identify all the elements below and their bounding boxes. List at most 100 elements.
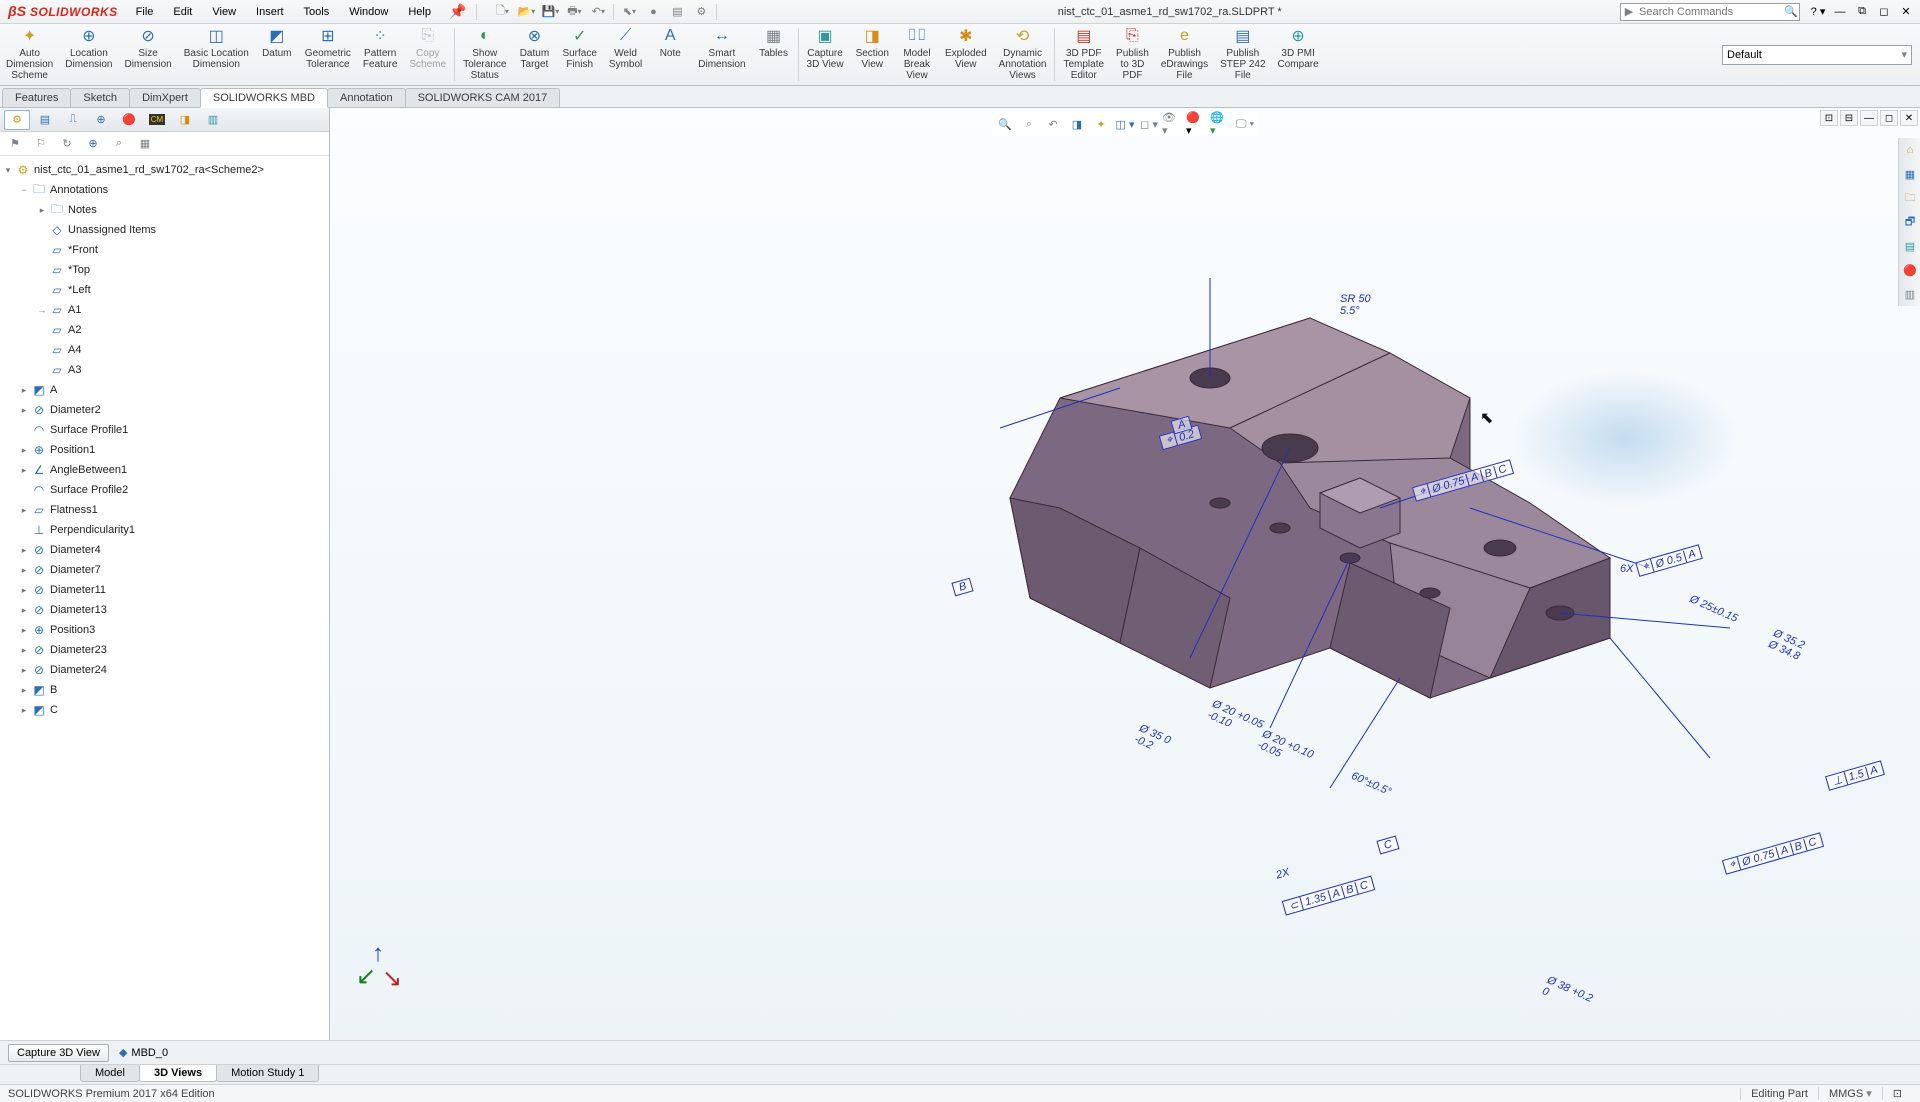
graphics-area[interactable]: 🔍 ⌕ ↶ ◨ ✦ ◫ ▾ ◻ ▾ 👁 ▾ 🔴 ▾ 🌐 ▾ 🖵 ▾ ⊡ ⊟ — … (330, 108, 1920, 1040)
ribbon-datum-target[interactable]: ⊗ DatumTarget (512, 24, 556, 85)
taskpane-design-lib[interactable]: 🗀 (1899, 186, 1920, 210)
tree-item-annotations[interactable]: − 🗀 Annotations (0, 180, 329, 200)
tree-item-anglebetween1[interactable]: ▸ ∠ AngleBetween1 (0, 460, 329, 480)
fm-tab-cam[interactable]: CM (144, 110, 170, 130)
ribbon-capture-3d-view[interactable]: ▣ Capture3D View (801, 24, 850, 85)
expand-icon[interactable]: ▸ (18, 645, 30, 656)
expand-icon[interactable]: ▸ (18, 685, 30, 696)
menu-window[interactable]: Window (339, 2, 398, 22)
mbd-view-tab[interactable]: ◆ MBD_0 (119, 1046, 168, 1059)
expand-icon[interactable]: ▸ (18, 625, 30, 636)
pmi-annotation-0[interactable]: SR 505.5° (1340, 293, 1371, 317)
expand-icon[interactable]: ▸ (18, 605, 30, 616)
doc-win-btn-2[interactable]: ⊟ (1840, 110, 1858, 126)
new-button[interactable]: 🗋▾ (491, 2, 513, 22)
taskpane-resources[interactable]: ▦ (1899, 162, 1920, 186)
display-style-button[interactable]: ◻ ▾ (1138, 114, 1160, 134)
ribbon-note[interactable]: A Note (648, 24, 692, 85)
ribbon-geometric-tolerance[interactable]: ⊞ GeometricTolerance (299, 24, 357, 85)
menu-insert[interactable]: Insert (246, 2, 294, 22)
taskpane-home[interactable]: ⌂ (1899, 138, 1920, 162)
tree-item--left[interactable]: ▱ *Left (0, 280, 329, 300)
expand-icon[interactable]: ▸ (18, 405, 30, 416)
pmi-annotation-13[interactable]: ⌖Ø 0.75ABC (1722, 832, 1824, 874)
filter-btn-2[interactable]: ⚐ (30, 134, 52, 154)
filter-btn-4[interactable]: ⊕ (82, 134, 104, 154)
expand-icon[interactable]: ▸ (18, 445, 30, 456)
section-view-button[interactable]: ◨ (1066, 114, 1088, 134)
tree-item-a3[interactable]: ▱ A3 (0, 360, 329, 380)
ribbon-surface-finish[interactable]: ✓ SurfaceFinish (556, 24, 602, 85)
ribbon-pattern-feature[interactable]: ⁘ PatternFeature (357, 24, 403, 85)
ribbon-3d-pmi-compare[interactable]: ⊕ 3D PMICompare (1272, 24, 1325, 85)
collapse-icon[interactable]: ▾ (2, 165, 14, 176)
fm-tab-tree[interactable]: ⚙ (4, 110, 30, 130)
expand-icon[interactable]: ▸ (18, 705, 30, 716)
doc-close-button[interactable]: ✕ (1900, 110, 1918, 126)
filter-btn-3[interactable]: ↻ (56, 134, 78, 154)
save-button[interactable]: 💾▾ (539, 2, 561, 22)
ribbon-smart-dimension[interactable]: ↔ SmartDimension (692, 24, 751, 85)
ribbon-size-dimension[interactable]: ⊘ SizeDimension (119, 24, 178, 85)
status-custom-icon[interactable]: ⊡ (1882, 1087, 1912, 1100)
capture-3d-view-button[interactable]: Capture 3D View (8, 1044, 109, 1062)
ribbon-publish-step-242-file[interactable]: ▤ PublishSTEP 242File (1214, 24, 1271, 85)
expand-icon[interactable]: ▸ (18, 585, 30, 596)
menu-edit[interactable]: Edit (163, 2, 202, 22)
search-icon[interactable]: 🔍 (1783, 5, 1799, 18)
pmi-annotation-15[interactable]: ⊂1.35ABC (1282, 875, 1376, 915)
rebuild-button[interactable]: ● (642, 2, 664, 22)
tree-item-diameter4[interactable]: ▸ ⊘ Diameter4 (0, 540, 329, 560)
print-button[interactable]: 🖶▾ (563, 2, 585, 22)
tree-item-c[interactable]: ▸ ◩ C (0, 700, 329, 720)
fm-tab-dimxpert[interactable]: ⊕ (88, 110, 114, 130)
fm-tab-render[interactable]: ◨ (172, 110, 198, 130)
expand-icon[interactable]: → (36, 305, 48, 315)
cmd-tab-annotation[interactable]: Annotation (327, 88, 406, 107)
help-dropdown-icon[interactable]: ? ▾ (1808, 3, 1828, 21)
doc-maximize-button[interactable]: ◻ (1880, 110, 1898, 126)
expand-icon[interactable]: ▸ (18, 665, 30, 676)
pmi-annotation-12[interactable]: ⊥1.5A (1825, 760, 1885, 790)
zoom-area-button[interactable]: ⌕ (1018, 114, 1040, 134)
tree-item-unassigned-items[interactable]: ◇ Unassigned Items (0, 220, 329, 240)
pmi-annotation-16[interactable]: C (1376, 836, 1399, 855)
ribbon-3d-pdf-template-editor[interactable]: ▤ 3D PDFTemplateEditor (1057, 24, 1110, 85)
pmi-annotation-18[interactable]: Ø 38 +0.2 0 (1540, 974, 1594, 1016)
fm-tab-other[interactable]: ▥ (200, 110, 226, 130)
ribbon-datum[interactable]: ◩ Datum (255, 24, 299, 85)
taskpane-properties[interactable]: ▥ (1899, 282, 1920, 306)
ribbon-publish-to-3d-pdf[interactable]: ⎘ Publishto 3DPDF (1110, 24, 1155, 85)
view-orient-button[interactable]: ◫ ▾ (1114, 114, 1136, 134)
tree-item-flatness1[interactable]: ▸ ▱ Flatness1 (0, 500, 329, 520)
ribbon-weld-symbol[interactable]: ⟋ WeldSymbol (603, 24, 648, 85)
fm-tab-property[interactable]: ▤ (32, 110, 58, 130)
tree-item-notes[interactable]: ▸ 🗀 Notes (0, 200, 329, 220)
cmd-tab-solidworks-cam-2017[interactable]: SOLIDWORKS CAM 2017 (405, 88, 561, 107)
expand-icon[interactable]: ▸ (18, 565, 30, 576)
restore-icon[interactable]: ⧉ (1852, 3, 1872, 21)
ribbon-exploded-view[interactable]: ✱ ExplodedView (939, 24, 993, 85)
tree-item-b[interactable]: ▸ ◩ B (0, 680, 329, 700)
menu-tools[interactable]: Tools (294, 2, 340, 22)
ribbon-auto-dimension-scheme[interactable]: ✦ AutoDimensionScheme (0, 24, 59, 85)
tree-item-position3[interactable]: ▸ ⊕ Position3 (0, 620, 329, 640)
tree-item--front[interactable]: ▱ *Front (0, 240, 329, 260)
dynamic-annot-button[interactable]: ✦ (1090, 114, 1112, 134)
tree-item-diameter7[interactable]: ▸ ⊘ Diameter7 (0, 560, 329, 580)
tree-item--top[interactable]: ▱ *Top (0, 260, 329, 280)
search-commands-input[interactable] (1637, 6, 1783, 18)
view-settings-button[interactable]: 🖵 ▾ (1234, 114, 1256, 134)
ribbon-tables[interactable]: ▦ Tables (752, 24, 796, 85)
cmd-tab-sketch[interactable]: Sketch (70, 88, 130, 107)
filter-btn-5[interactable]: ⌕ (108, 134, 130, 154)
cmd-tab-features[interactable]: Features (2, 88, 71, 107)
pin-icon[interactable]: 📌 (441, 3, 474, 20)
tree-item-position1[interactable]: ▸ ⊕ Position1 (0, 440, 329, 460)
pmi-annotation-7[interactable]: Ø 35.2Ø 34.8 (1767, 627, 1807, 662)
configuration-selector[interactable]: Default ▾ (1722, 45, 1912, 65)
tree-item-surface-profile1[interactable]: ◠ Surface Profile1 (0, 420, 329, 440)
cmd-tab-dimxpert[interactable]: DimXpert (129, 88, 201, 107)
menu-view[interactable]: View (202, 2, 246, 22)
taskpane-explorer[interactable]: 🗗 (1899, 210, 1920, 234)
